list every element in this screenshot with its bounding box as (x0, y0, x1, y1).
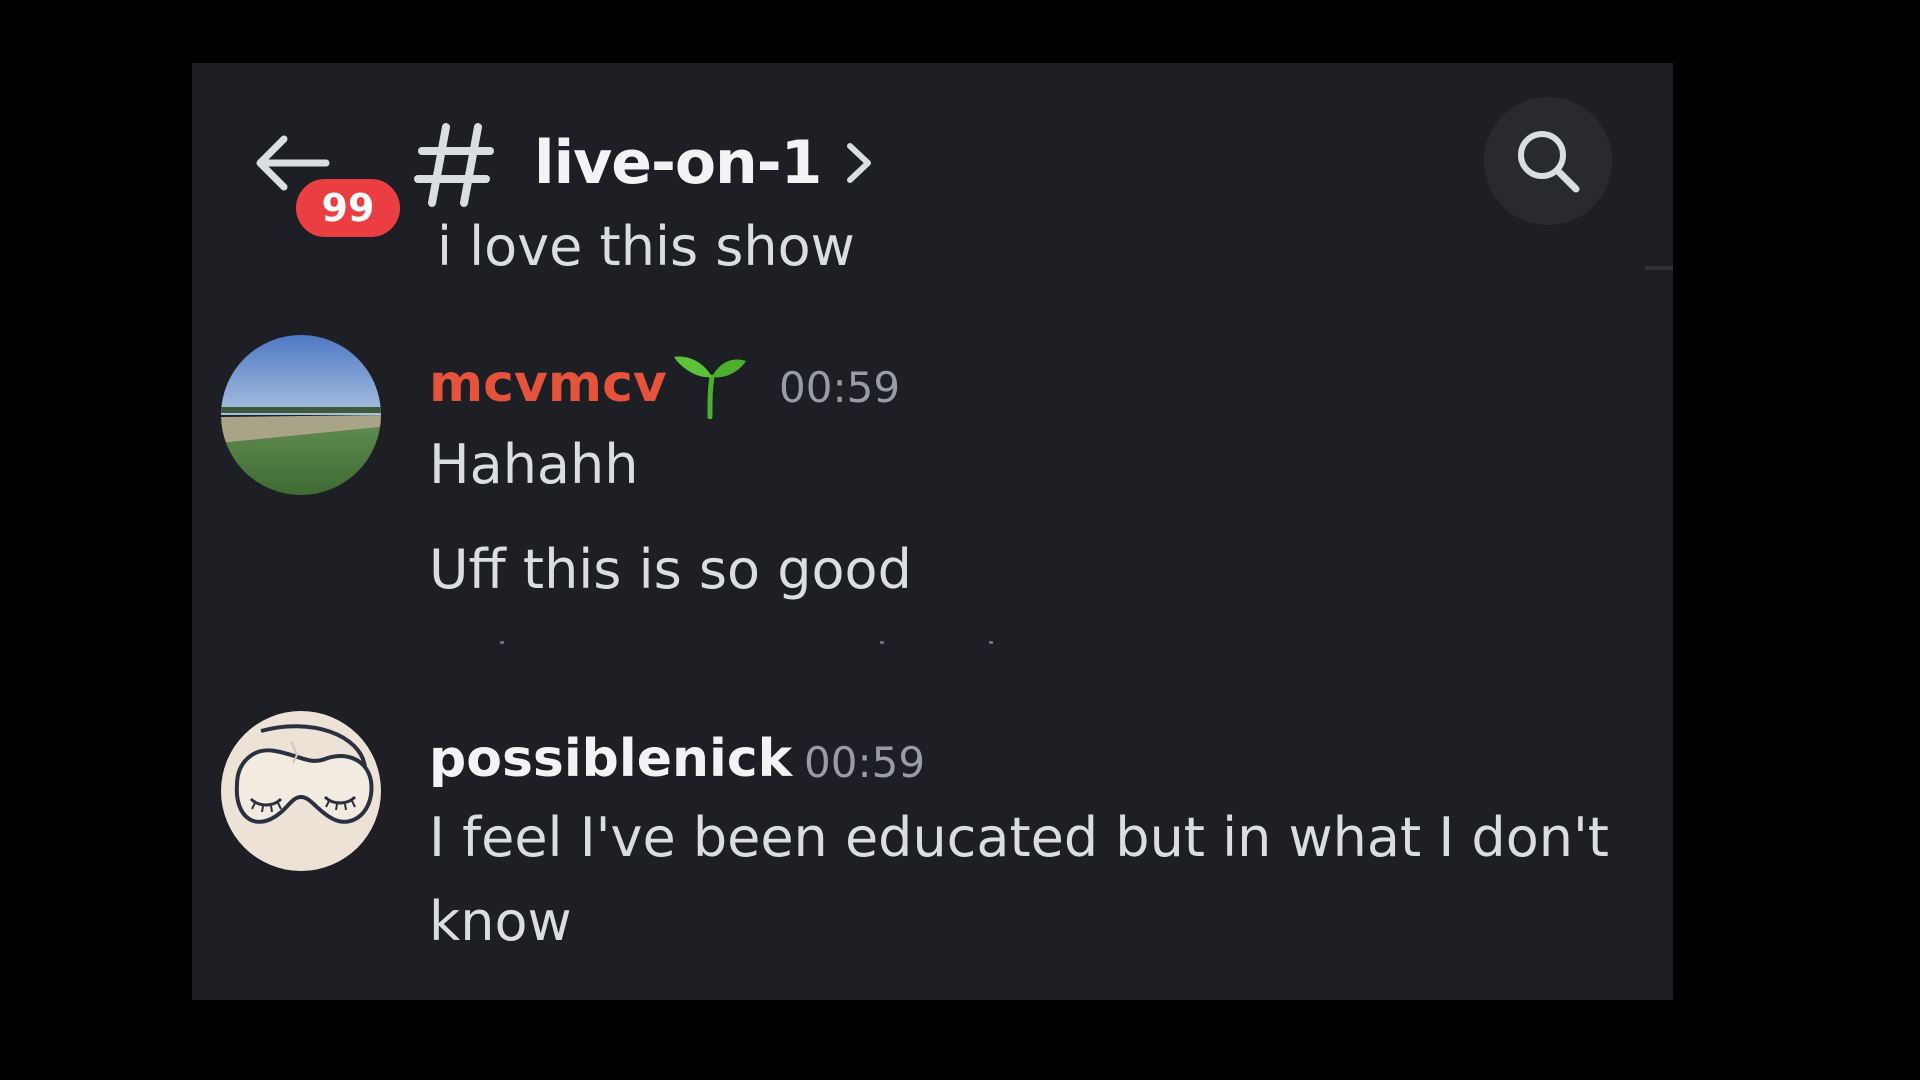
message-timestamp: 00:59 (779, 363, 901, 412)
sleep-mask-avatar (221, 711, 381, 871)
divider (880, 641, 884, 644)
unread-badge: 99 (292, 175, 404, 241)
search-icon (1518, 131, 1580, 193)
message-text: Hahahh (429, 433, 639, 496)
hash-icon (414, 123, 494, 207)
field-landscape-avatar (221, 335, 381, 495)
chat-panel: 99 live-on-1 i love this show mcvmcv 00:… (192, 63, 1673, 1000)
author-name[interactable]: possiblenick (429, 723, 792, 795)
message-text: Uff this is so good (429, 538, 912, 601)
divider (500, 641, 504, 644)
avatar-mcvmcv[interactable] (221, 335, 381, 495)
chevron-right-icon[interactable] (842, 138, 878, 188)
search-button[interactable] (1484, 97, 1612, 225)
avatar-possiblenick[interactable] (221, 711, 381, 871)
partial-message-text: i love this show (437, 215, 855, 278)
sprout-icon (674, 356, 746, 419)
message-text: I feel I've been educated but in what I … (429, 806, 1609, 953)
divider (989, 641, 993, 644)
divider (1645, 266, 1673, 270)
channel-name[interactable]: live-on-1 (534, 115, 822, 211)
author-name[interactable]: mcvmcv (429, 348, 667, 420)
message-timestamp: 00:59 (804, 738, 926, 787)
